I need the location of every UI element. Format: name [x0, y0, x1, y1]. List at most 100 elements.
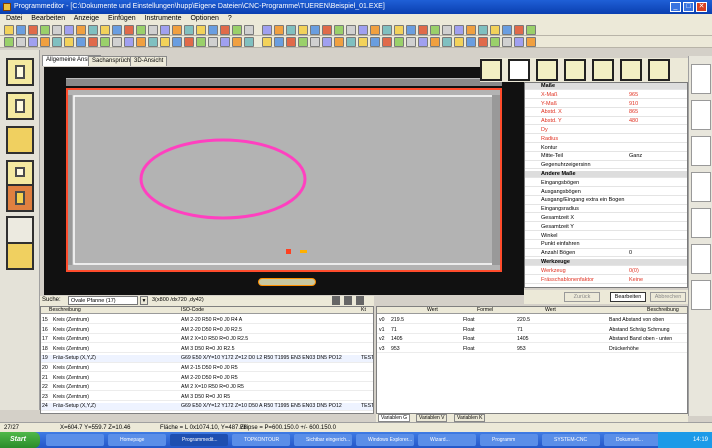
toolbar-2-button-icon[interactable]: [346, 37, 356, 47]
tab-variables-k[interactable]: Variablen K: [454, 414, 486, 422]
toolbar-2-button-icon[interactable]: [184, 37, 194, 47]
line-tool-icon[interactable]: [691, 100, 711, 130]
toolbar-2-button-icon[interactable]: [16, 37, 26, 47]
toolbar-2-button-icon[interactable]: [358, 37, 368, 47]
back-button[interactable]: Zurück: [564, 292, 600, 302]
property-row[interactable]: Abstd. Y 480: [525, 118, 687, 126]
settings-icon[interactable]: [356, 296, 364, 305]
table-row[interactable]: v1 71 Float 71 Abstand Schräg Schrnung: [377, 327, 687, 334]
property-row[interactable]: Abstd. X 865: [525, 109, 687, 117]
toolbar-2-button-icon[interactable]: [502, 37, 512, 47]
table-icon[interactable]: [344, 296, 352, 305]
toolbar-1-button-icon[interactable]: [64, 25, 74, 35]
taskbar-button[interactable]: Wizard...: [418, 434, 476, 446]
toolbar-2-button-icon[interactable]: [310, 37, 320, 47]
toolbar-1-button-icon[interactable]: [310, 25, 320, 35]
toolbar-1-button-icon[interactable]: [382, 25, 392, 35]
toolbar-1-button-icon[interactable]: [502, 25, 512, 35]
toolbar-2-button-icon[interactable]: [244, 37, 254, 47]
toolbar-2-button-icon[interactable]: [406, 37, 416, 47]
handle-bar[interactable]: [258, 278, 316, 286]
toolbar-2-button-icon[interactable]: [490, 37, 500, 47]
property-row[interactable]: Frässchablonenfaktor Keine: [525, 277, 687, 284]
tab-variables-v[interactable]: Variablen V: [416, 414, 448, 422]
taskbar-button[interactable]: Windows Explorer...: [356, 434, 414, 446]
maximize-button[interactable]: □: [683, 2, 694, 12]
diagonal-tool-icon[interactable]: [691, 136, 711, 166]
toolbar-1-button-icon[interactable]: [286, 25, 296, 35]
property-row[interactable]: Werkzeug 0(0): [525, 268, 687, 276]
toolbar-1-button-icon[interactable]: [52, 25, 62, 35]
toolbar-2-button-icon[interactable]: [160, 37, 170, 47]
property-row[interactable]: Dy: [525, 127, 687, 135]
toolbar-1-button-icon[interactable]: [346, 25, 356, 35]
property-row[interactable]: Eingangsradius: [525, 206, 687, 214]
panel-tool-icon[interactable]: [6, 242, 34, 270]
toolbar-2-button-icon[interactable]: [100, 37, 110, 47]
property-row[interactable]: Gesamtzeit Y: [525, 224, 687, 232]
property-row[interactable]: Eingangsbögen: [525, 180, 687, 188]
property-row[interactable]: Ausgangsbögen: [525, 189, 687, 196]
taskbar-button[interactable]: TOPKONTOUR: [232, 434, 290, 446]
layout-view-icon[interactable]: [564, 59, 586, 81]
property-row[interactable]: Gesamtzeit X: [525, 215, 687, 223]
table-row[interactable]: 19 Fräs-Setup (X,Y,Z) G69 E50 X/Y=10 Y172 …: [41, 355, 373, 363]
fit-view-icon[interactable]: [508, 59, 530, 81]
toolbar-1-button-icon[interactable]: [442, 25, 452, 35]
toolbar-1-button-icon[interactable]: [160, 25, 170, 35]
toolbar-2-button-icon[interactable]: [124, 37, 134, 47]
toolbar-2-button-icon[interactable]: [196, 37, 206, 47]
property-row[interactable]: Y-Maß 910: [525, 101, 687, 108]
toolbar-1-button-icon[interactable]: [514, 25, 524, 35]
top-view-icon[interactable]: [620, 59, 642, 81]
toolbar-1-button-icon[interactable]: [232, 25, 242, 35]
menu-help[interactable]: ?: [228, 15, 232, 22]
toolbar-2-button-icon[interactable]: [478, 37, 488, 47]
toolbar-2-button-icon[interactable]: [454, 37, 464, 47]
toolbar-2-button-icon[interactable]: [382, 37, 392, 47]
cancel-button[interactable]: Abbrechen: [650, 292, 686, 302]
table-row[interactable]: v3 953 Float 953 Drückerhöhe: [377, 346, 687, 354]
property-row[interactable]: Mitte-Teil Ganz: [525, 153, 687, 161]
polyline-tool-icon[interactable]: [691, 280, 711, 310]
wave-tool-icon[interactable]: [691, 244, 711, 274]
arc-tool-icon[interactable]: [691, 64, 711, 94]
toolbar-1-button-icon[interactable]: [430, 25, 440, 35]
toolbar-2-button-icon[interactable]: [430, 37, 440, 47]
menu-file[interactable]: Datei: [6, 15, 22, 22]
chevron-down-icon[interactable]: ▼: [140, 296, 148, 305]
table-row[interactable]: 20 Kreis (Zentrum) AM 2-15 D50 R=0 J0 R5: [41, 365, 373, 373]
toolbar-1-button-icon[interactable]: [370, 25, 380, 35]
toolbar-1-button-icon[interactable]: [88, 25, 98, 35]
toolbar-1-button-icon[interactable]: [28, 25, 38, 35]
start-button[interactable]: Start: [0, 432, 40, 448]
table-row[interactable]: 22 Kreis (Zentrum) AM 2 X=10 R50 R=0 J0 R5: [41, 384, 373, 392]
toolbar-1-button-icon[interactable]: [124, 25, 134, 35]
toolbar-1-button-icon[interactable]: [298, 25, 308, 35]
toolbar-2-button-icon[interactable]: [274, 37, 284, 47]
hand-tool-icon[interactable]: [6, 216, 34, 244]
door-panel-tool-icon[interactable]: [6, 92, 34, 120]
table-row[interactable]: 24 Fräs-Setup (X,Y,Z) G69 E50 X/Y=12 Y172 …: [41, 403, 373, 411]
toolbar-1-button-icon[interactable]: [136, 25, 146, 35]
taskbar-button[interactable]: SYSTEM-CNC: [542, 434, 600, 446]
rectangle-tool-icon[interactable]: [6, 126, 34, 154]
menu-insert[interactable]: Einfügen: [108, 15, 136, 22]
toolbar-1-button-icon[interactable]: [490, 25, 500, 35]
toolbar-2-button-icon[interactable]: [394, 37, 404, 47]
table-row[interactable]: 21 Kreis (Zentrum) AM 2-20 D50 R=0 J0 R5: [41, 375, 373, 382]
toolbar-1-button-icon[interactable]: [274, 25, 284, 35]
table-row[interactable]: 16 Kreis (Zentrum) AM 2-20 D50 R=0 J0 R2.5: [41, 327, 373, 334]
toolbar-1-button-icon[interactable]: [40, 25, 50, 35]
toolbar-1-button-icon[interactable]: [100, 25, 110, 35]
split-view-icon[interactable]: [536, 59, 558, 81]
close-button[interactable]: ✕: [696, 2, 707, 12]
menu-edit[interactable]: Bearbeiten: [31, 15, 65, 22]
toolbar-1-button-icon[interactable]: [4, 25, 14, 35]
toolbar-1-button-icon[interactable]: [466, 25, 476, 35]
property-value[interactable]: 0(0): [629, 268, 639, 275]
toolbar-2-button-icon[interactable]: [442, 37, 452, 47]
spline-tool-icon[interactable]: [691, 208, 711, 238]
corner-view-icon[interactable]: [480, 59, 502, 81]
property-value[interactable]: 910: [629, 101, 638, 108]
